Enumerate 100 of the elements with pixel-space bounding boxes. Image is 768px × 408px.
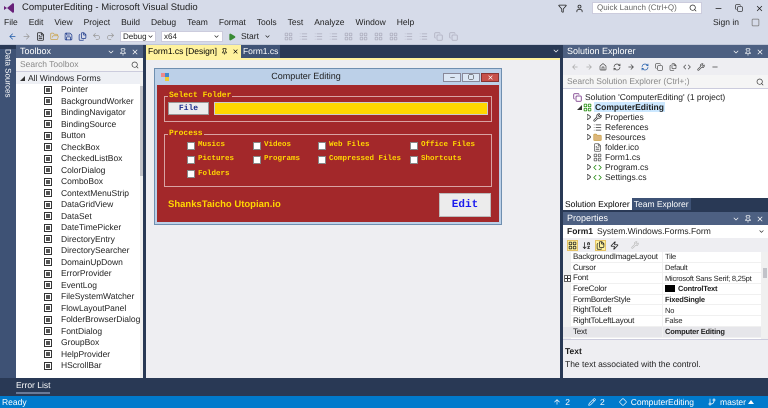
collapsed-arrow-icon[interactable]	[587, 154, 591, 160]
menu-item[interactable]: Analyze	[314, 16, 344, 29]
branch-name[interactable]: master	[720, 396, 746, 408]
collapsed-arrow-icon[interactable]	[587, 174, 591, 180]
toolbox-item[interactable]: ColorDialog	[61, 164, 106, 177]
menu-item[interactable]: Test	[288, 16, 304, 29]
toolbox-item[interactable]: HelpProvider	[61, 348, 110, 361]
toolbox-item[interactable]: FolderBrowserDialog	[61, 313, 140, 326]
collapsed-arrow-icon[interactable]	[587, 124, 591, 130]
tree-item[interactable]: Program.cs	[604, 162, 650, 172]
checkbox[interactable]	[410, 142, 418, 150]
panel-tab[interactable]: Solution Explorer	[563, 198, 632, 210]
caret-icon[interactable]	[264, 33, 271, 40]
sort-az-icon[interactable]	[581, 240, 592, 250]
changes-count[interactable]: 2	[600, 396, 605, 408]
scrollbar[interactable]	[761, 252, 768, 339]
home-icon[interactable]	[599, 62, 607, 70]
checkbox[interactable]	[318, 142, 326, 150]
tree-item[interactable]: Properties	[604, 112, 645, 122]
toolbox-item[interactable]: DataSet	[61, 210, 92, 223]
pin-icon[interactable]	[220, 48, 228, 55]
toolbox-item[interactable]: DirectoryEntry	[61, 232, 115, 246]
back-icon[interactable]	[8, 32, 17, 41]
sign-in-link[interactable]: Sign in	[713, 16, 739, 29]
edit-button[interactable]: Edit	[439, 192, 491, 217]
toolbox-item[interactable]: ContextMenuStrip	[61, 186, 130, 200]
tree-item[interactable]: Settings.cs	[604, 172, 648, 182]
tree-item[interactable]: Form1.cs	[604, 152, 642, 162]
tree-item[interactable]: References	[604, 122, 650, 132]
object-selector[interactable]: Form1 System.Windows.Forms.Form	[563, 225, 768, 238]
checkbox[interactable]	[318, 156, 326, 164]
toolbox-item[interactable]: ErrorProvider	[61, 267, 112, 280]
close-icon[interactable]	[232, 48, 239, 55]
close-icon[interactable]	[755, 4, 764, 12]
checkbox[interactable]	[187, 170, 195, 178]
dropdown-icon[interactable]	[552, 47, 560, 55]
toolbox-item[interactable]: Button	[61, 129, 86, 142]
toolbox-item[interactable]: BindingNavigator	[61, 106, 126, 120]
toolbox-item[interactable]: BackgroundWorker	[61, 94, 134, 108]
menu-item[interactable]: Tools	[256, 16, 277, 29]
caret-icon[interactable]	[146, 33, 154, 40]
toolbox-item[interactable]: FileSystemWatcher	[61, 290, 134, 304]
toolbox-item[interactable]: ComboBox	[61, 175, 104, 188]
menu-item[interactable]: View	[54, 16, 73, 29]
collapsed-arrow-icon[interactable]	[587, 134, 591, 140]
tree-item[interactable]: Resources	[604, 132, 647, 142]
error-list-tab[interactable]: Error List	[16, 379, 50, 394]
toolbox-item[interactable]: GroupBox	[61, 336, 100, 350]
checkbox[interactable]	[187, 156, 195, 164]
lightning-icon[interactable]	[609, 240, 620, 250]
tree-item[interactable]: ComputerEditing	[594, 102, 665, 112]
toolbox-item[interactable]: DirectorySearcher	[61, 244, 130, 258]
toolbox-item[interactable]: DataGridView	[61, 198, 114, 212]
collapsed-arrow-icon[interactable]	[587, 164, 591, 170]
categorized-icon[interactable]	[567, 240, 578, 250]
caret-icon[interactable]	[758, 228, 765, 235]
refresh-icon[interactable]	[641, 62, 649, 70]
toolbox-item[interactable]: BindingSource	[61, 118, 116, 131]
pushes-count[interactable]: 2	[565, 396, 570, 408]
checkbox[interactable]	[410, 156, 418, 164]
toolbox-item[interactable]: Pointer	[61, 83, 88, 96]
menu-item[interactable]: Team	[187, 16, 208, 29]
search-input[interactable]: Search Toolbox	[20, 58, 131, 71]
pin-icon[interactable]	[744, 214, 752, 222]
menu-item[interactable]: File	[4, 16, 18, 29]
toolbox-item[interactable]: FontDialog	[61, 324, 102, 338]
toolbox-item[interactable]: FlowLayoutPanel	[61, 302, 126, 315]
caret-icon[interactable]	[213, 33, 220, 40]
menu-item[interactable]: Format	[218, 16, 246, 29]
expanded-arrow-icon[interactable]	[576, 104, 582, 110]
checkbox[interactable]	[253, 142, 261, 150]
toolbox-item[interactable]: EventLog	[61, 278, 97, 292]
pin-icon[interactable]	[744, 48, 752, 56]
checkbox[interactable]	[187, 142, 195, 150]
menu-item[interactable]: Project	[84, 16, 110, 29]
pin-icon[interactable]	[119, 48, 127, 56]
panel-tab[interactable]: Team Explorer	[632, 198, 691, 210]
folder-path-field[interactable]	[214, 102, 488, 115]
tree-item[interactable]: Solution 'ComputerEditing' (1 project)	[584, 92, 726, 102]
restore-icon[interactable]	[735, 4, 743, 12]
checkbox[interactable]	[253, 156, 261, 164]
menu-item[interactable]: Build	[121, 16, 140, 29]
toolbox-item[interactable]: HScrollBar	[61, 359, 102, 372]
menu-item[interactable]: Edit	[28, 16, 44, 29]
expanded-arrow-icon[interactable]	[20, 76, 25, 80]
menu-item[interactable]: Debug	[151, 16, 176, 29]
account-icon[interactable]	[751, 18, 760, 27]
play-icon[interactable]	[228, 32, 236, 40]
new-project-icon[interactable]	[36, 32, 45, 41]
file-button[interactable]: File	[168, 102, 209, 115]
menu-item[interactable]: Help	[396, 16, 414, 29]
toolbox-item[interactable]: DomainUpDown	[61, 256, 123, 269]
tree-item[interactable]: folder.ico	[604, 142, 640, 152]
quick-launch-field[interactable]: Quick Launch (Ctrl+Q)	[592, 2, 702, 14]
collapsed-arrow-icon[interactable]	[587, 114, 591, 120]
save-icon[interactable]	[64, 32, 73, 41]
toolbox-item[interactable]: CheckedListBox	[61, 152, 122, 166]
wrench-icon[interactable]	[697, 62, 705, 70]
repository-name[interactable]: ComputerEditing	[630, 396, 694, 408]
toolbox-item[interactable]: CheckBox	[61, 140, 100, 154]
